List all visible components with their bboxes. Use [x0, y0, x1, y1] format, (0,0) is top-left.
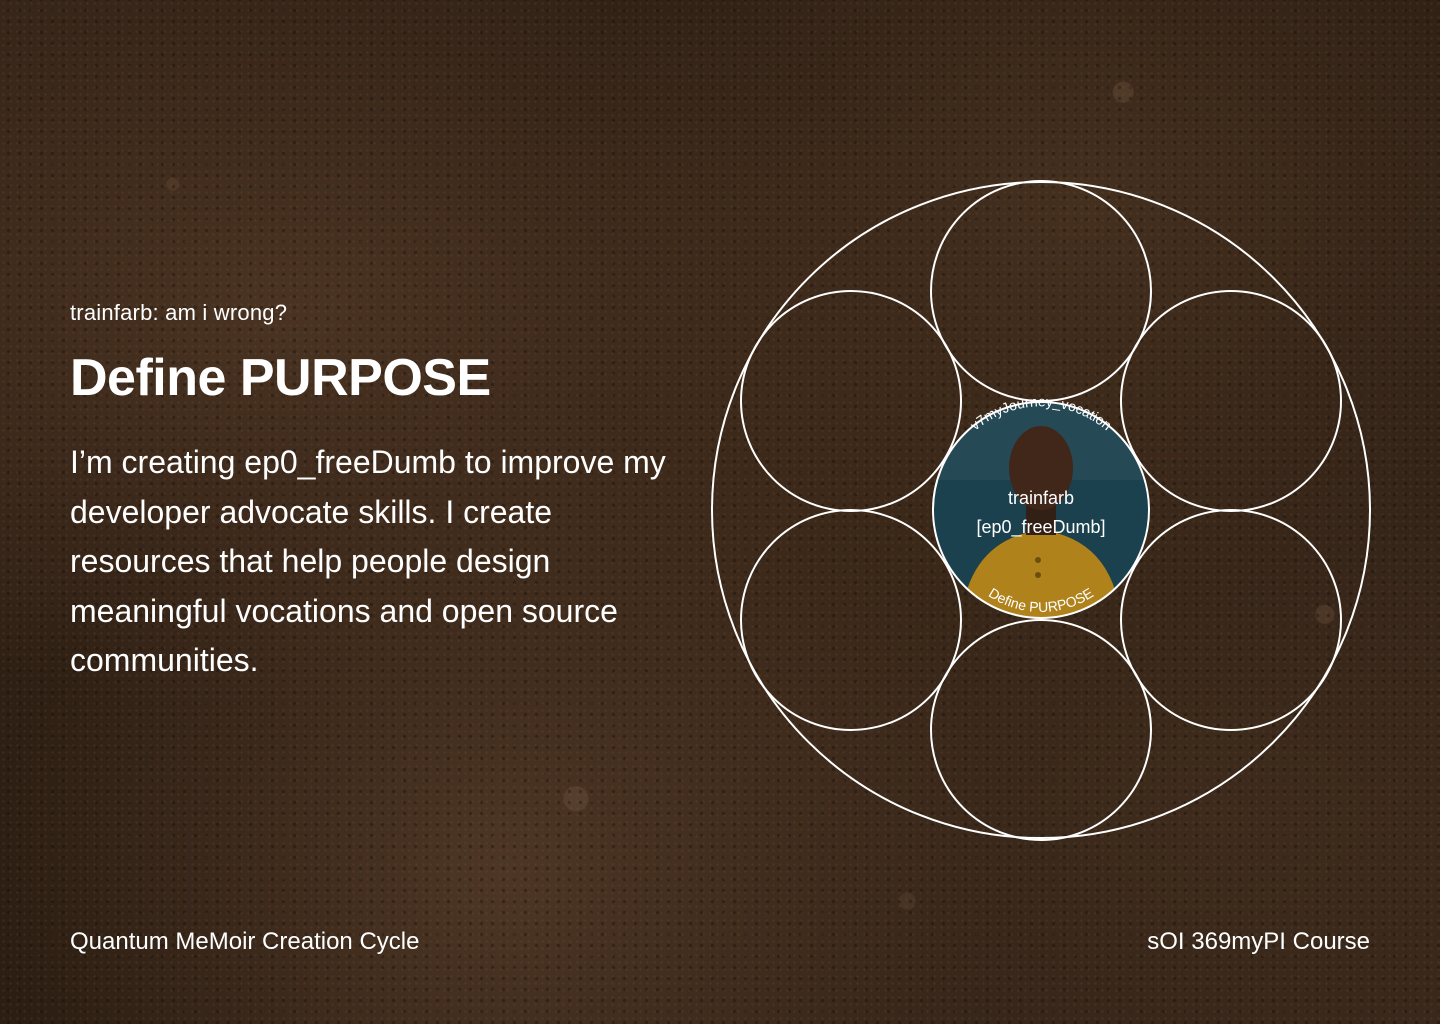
eyebrow-text: trainfarb: am i wrong?	[70, 300, 288, 325]
footer-series-label: Quantum MeMoir Creation Cycle	[70, 928, 420, 955]
page-title: Define PURPOSE	[70, 349, 491, 407]
petal-circle-upper-left	[740, 290, 962, 512]
petal-circle-lower-left	[740, 509, 962, 731]
circle-diagram: v7myJourney_vocation trainfarb [ep0_free…	[711, 180, 1371, 841]
petal-circle-top	[930, 180, 1152, 402]
petal-circle-upper-right	[1120, 290, 1342, 512]
petal-circle-bottom	[930, 619, 1152, 841]
petal-circle-lower-right	[1120, 509, 1342, 731]
footer-course-label: sOI 369myPI Course	[1147, 928, 1370, 955]
avatar-name: trainfarb	[1008, 488, 1074, 508]
avatar-tag: [ep0_freeDumb]	[976, 517, 1105, 538]
purpose-statement: I’m creating ep0_freeDumb to improve my …	[70, 444, 666, 678]
